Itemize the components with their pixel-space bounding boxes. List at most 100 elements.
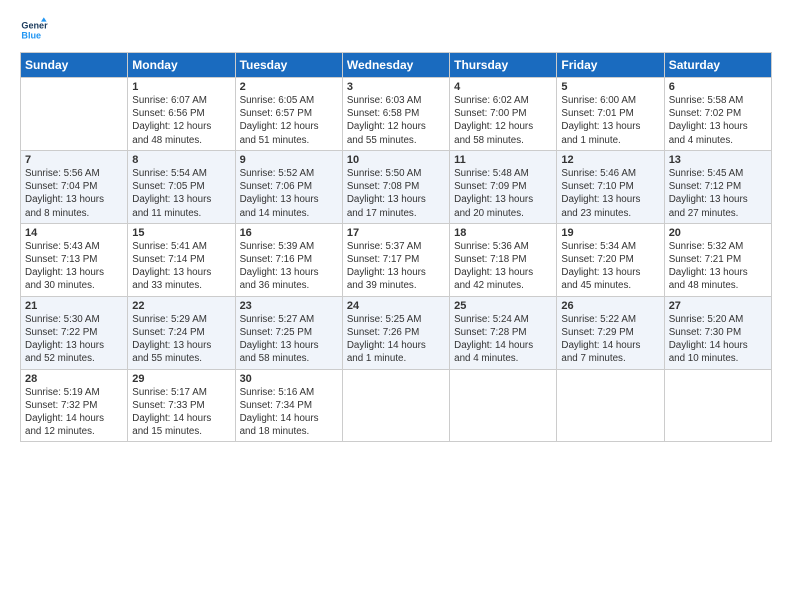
day-info: Sunrise: 5:43 AMSunset: 7:13 PMDaylight:…	[25, 240, 123, 293]
calendar-week-5: 28Sunrise: 5:19 AMSunset: 7:32 PMDayligh…	[21, 369, 772, 442]
day-number: 2	[240, 81, 338, 93]
calendar-week-2: 7Sunrise: 5:56 AMSunset: 7:04 PMDaylight…	[21, 150, 772, 223]
day-number: 10	[347, 154, 445, 166]
day-info: Sunrise: 5:39 AMSunset: 7:16 PMDaylight:…	[240, 240, 338, 293]
day-number: 9	[240, 154, 338, 166]
calendar-cell: 2Sunrise: 6:05 AMSunset: 6:57 PMDaylight…	[235, 78, 342, 151]
day-info: Sunrise: 5:58 AMSunset: 7:02 PMDaylight:…	[669, 94, 767, 147]
col-header-monday: Monday	[128, 53, 235, 78]
calendar-cell: 22Sunrise: 5:29 AMSunset: 7:24 PMDayligh…	[128, 296, 235, 369]
calendar-cell: 11Sunrise: 5:48 AMSunset: 7:09 PMDayligh…	[450, 150, 557, 223]
day-info: Sunrise: 5:54 AMSunset: 7:05 PMDaylight:…	[132, 167, 230, 220]
day-info: Sunrise: 5:17 AMSunset: 7:33 PMDaylight:…	[132, 386, 230, 439]
day-info: Sunrise: 5:46 AMSunset: 7:10 PMDaylight:…	[561, 167, 659, 220]
day-number: 27	[669, 300, 767, 312]
day-info: Sunrise: 5:25 AMSunset: 7:26 PMDaylight:…	[347, 313, 445, 366]
day-info: Sunrise: 5:24 AMSunset: 7:28 PMDaylight:…	[454, 313, 552, 366]
day-number: 30	[240, 373, 338, 385]
calendar-cell: 24Sunrise: 5:25 AMSunset: 7:26 PMDayligh…	[342, 296, 449, 369]
calendar-cell: 30Sunrise: 5:16 AMSunset: 7:34 PMDayligh…	[235, 369, 342, 442]
day-number: 18	[454, 227, 552, 239]
calendar-cell: 25Sunrise: 5:24 AMSunset: 7:28 PMDayligh…	[450, 296, 557, 369]
calendar-cell	[450, 369, 557, 442]
day-info: Sunrise: 5:16 AMSunset: 7:34 PMDaylight:…	[240, 386, 338, 439]
calendar-cell: 8Sunrise: 5:54 AMSunset: 7:05 PMDaylight…	[128, 150, 235, 223]
day-info: Sunrise: 5:45 AMSunset: 7:12 PMDaylight:…	[669, 167, 767, 220]
calendar-cell	[557, 369, 664, 442]
day-number: 4	[454, 81, 552, 93]
day-number: 12	[561, 154, 659, 166]
day-info: Sunrise: 6:07 AMSunset: 6:56 PMDaylight:…	[132, 94, 230, 147]
calendar-cell: 21Sunrise: 5:30 AMSunset: 7:22 PMDayligh…	[21, 296, 128, 369]
calendar-table: SundayMondayTuesdayWednesdayThursdayFrid…	[20, 52, 772, 442]
svg-text:General: General	[21, 21, 48, 31]
calendar-cell: 14Sunrise: 5:43 AMSunset: 7:13 PMDayligh…	[21, 223, 128, 296]
calendar-week-1: 1Sunrise: 6:07 AMSunset: 6:56 PMDaylight…	[21, 78, 772, 151]
calendar-week-3: 14Sunrise: 5:43 AMSunset: 7:13 PMDayligh…	[21, 223, 772, 296]
calendar-cell	[21, 78, 128, 151]
header: General Blue	[20, 16, 772, 44]
day-info: Sunrise: 5:36 AMSunset: 7:18 PMDaylight:…	[454, 240, 552, 293]
day-number: 20	[669, 227, 767, 239]
calendar-cell: 1Sunrise: 6:07 AMSunset: 6:56 PMDaylight…	[128, 78, 235, 151]
day-info: Sunrise: 6:02 AMSunset: 7:00 PMDaylight:…	[454, 94, 552, 147]
day-number: 1	[132, 81, 230, 93]
day-number: 17	[347, 227, 445, 239]
logo: General Blue	[20, 16, 52, 44]
calendar-cell: 17Sunrise: 5:37 AMSunset: 7:17 PMDayligh…	[342, 223, 449, 296]
col-header-friday: Friday	[557, 53, 664, 78]
day-number: 15	[132, 227, 230, 239]
calendar-cell: 5Sunrise: 6:00 AMSunset: 7:01 PMDaylight…	[557, 78, 664, 151]
calendar-cell: 26Sunrise: 5:22 AMSunset: 7:29 PMDayligh…	[557, 296, 664, 369]
day-info: Sunrise: 5:27 AMSunset: 7:25 PMDaylight:…	[240, 313, 338, 366]
day-info: Sunrise: 5:56 AMSunset: 7:04 PMDaylight:…	[25, 167, 123, 220]
day-info: Sunrise: 5:34 AMSunset: 7:20 PMDaylight:…	[561, 240, 659, 293]
day-info: Sunrise: 5:30 AMSunset: 7:22 PMDaylight:…	[25, 313, 123, 366]
calendar-cell: 16Sunrise: 5:39 AMSunset: 7:16 PMDayligh…	[235, 223, 342, 296]
calendar-cell: 15Sunrise: 5:41 AMSunset: 7:14 PMDayligh…	[128, 223, 235, 296]
calendar-cell: 12Sunrise: 5:46 AMSunset: 7:10 PMDayligh…	[557, 150, 664, 223]
day-number: 16	[240, 227, 338, 239]
day-info: Sunrise: 5:32 AMSunset: 7:21 PMDaylight:…	[669, 240, 767, 293]
day-number: 23	[240, 300, 338, 312]
svg-text:Blue: Blue	[21, 30, 41, 40]
day-info: Sunrise: 5:37 AMSunset: 7:17 PMDaylight:…	[347, 240, 445, 293]
calendar-cell: 23Sunrise: 5:27 AMSunset: 7:25 PMDayligh…	[235, 296, 342, 369]
day-number: 24	[347, 300, 445, 312]
day-number: 19	[561, 227, 659, 239]
day-number: 7	[25, 154, 123, 166]
day-number: 6	[669, 81, 767, 93]
calendar-cell: 9Sunrise: 5:52 AMSunset: 7:06 PMDaylight…	[235, 150, 342, 223]
day-number: 13	[669, 154, 767, 166]
day-info: Sunrise: 6:00 AMSunset: 7:01 PMDaylight:…	[561, 94, 659, 147]
day-number: 22	[132, 300, 230, 312]
calendar-cell	[664, 369, 771, 442]
day-number: 5	[561, 81, 659, 93]
calendar-cell: 18Sunrise: 5:36 AMSunset: 7:18 PMDayligh…	[450, 223, 557, 296]
calendar-cell: 20Sunrise: 5:32 AMSunset: 7:21 PMDayligh…	[664, 223, 771, 296]
header-row: SundayMondayTuesdayWednesdayThursdayFrid…	[21, 53, 772, 78]
col-header-tuesday: Tuesday	[235, 53, 342, 78]
day-info: Sunrise: 5:41 AMSunset: 7:14 PMDaylight:…	[132, 240, 230, 293]
calendar-cell: 4Sunrise: 6:02 AMSunset: 7:00 PMDaylight…	[450, 78, 557, 151]
calendar-week-4: 21Sunrise: 5:30 AMSunset: 7:22 PMDayligh…	[21, 296, 772, 369]
day-number: 28	[25, 373, 123, 385]
day-info: Sunrise: 5:20 AMSunset: 7:30 PMDaylight:…	[669, 313, 767, 366]
day-info: Sunrise: 5:48 AMSunset: 7:09 PMDaylight:…	[454, 167, 552, 220]
calendar-cell: 29Sunrise: 5:17 AMSunset: 7:33 PMDayligh…	[128, 369, 235, 442]
day-number: 26	[561, 300, 659, 312]
day-number: 8	[132, 154, 230, 166]
page-container: General Blue SundayMondayTuesdayWednesda…	[0, 0, 792, 452]
calendar-cell: 13Sunrise: 5:45 AMSunset: 7:12 PMDayligh…	[664, 150, 771, 223]
day-number: 11	[454, 154, 552, 166]
day-info: Sunrise: 5:50 AMSunset: 7:08 PMDaylight:…	[347, 167, 445, 220]
calendar-cell: 10Sunrise: 5:50 AMSunset: 7:08 PMDayligh…	[342, 150, 449, 223]
col-header-thursday: Thursday	[450, 53, 557, 78]
col-header-sunday: Sunday	[21, 53, 128, 78]
day-info: Sunrise: 5:29 AMSunset: 7:24 PMDaylight:…	[132, 313, 230, 366]
day-info: Sunrise: 5:22 AMSunset: 7:29 PMDaylight:…	[561, 313, 659, 366]
day-number: 3	[347, 81, 445, 93]
day-number: 29	[132, 373, 230, 385]
calendar-cell: 27Sunrise: 5:20 AMSunset: 7:30 PMDayligh…	[664, 296, 771, 369]
calendar-cell: 6Sunrise: 5:58 AMSunset: 7:02 PMDaylight…	[664, 78, 771, 151]
